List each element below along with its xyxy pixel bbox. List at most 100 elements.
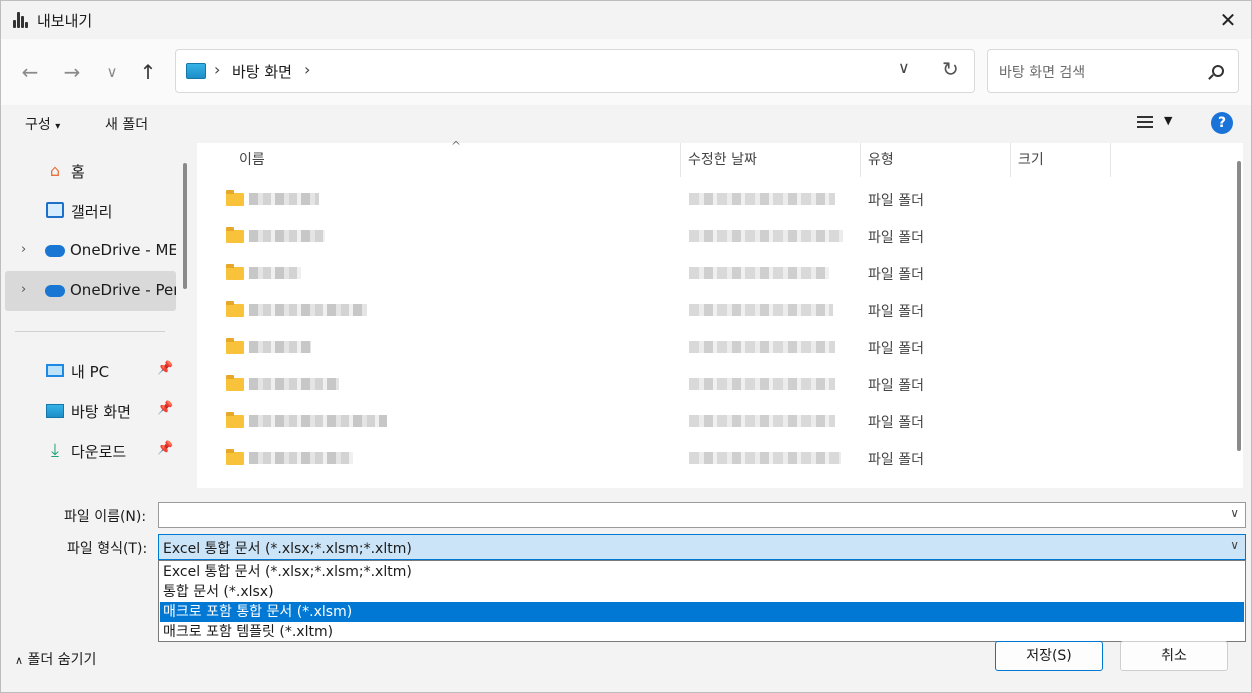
folder-icon <box>226 227 244 243</box>
chevron-right-icon[interactable]: › <box>214 60 220 79</box>
address-history-dropdown[interactable]: ∨ <box>898 58 910 77</box>
file-type: 파일 폴더 <box>868 415 924 431</box>
chevron-right-icon[interactable]: › <box>21 282 26 297</box>
file-list-scrollbar[interactable] <box>1237 161 1241 451</box>
desktop-icon <box>45 402 65 420</box>
window-title: 내보내기 <box>37 12 93 30</box>
filetype-value[interactable]: Excel 통합 문서 (*.xlsx;*.xlsm;*.xltm) <box>163 538 412 558</box>
column-divider[interactable] <box>1110 143 1111 177</box>
recent-locations-button[interactable]: ∨ <box>97 57 127 87</box>
table-row[interactable]: 파일 폴더 <box>197 180 1231 217</box>
hide-folders-button[interactable]: ∧ 폴더 숨기기 <box>15 649 96 669</box>
table-row[interactable]: 파일 폴더 <box>197 365 1231 402</box>
command-bar: 구성 ▾ 새 폴더 ▼ ? <box>1 105 1251 143</box>
navigation-pane: ⌂ 홈 갤러리 › OneDrive - MES › OneDrive - Pe… <box>1 143 193 488</box>
column-divider[interactable] <box>680 143 681 177</box>
home-icon: ⌂ <box>49 161 61 180</box>
table-row[interactable]: 파일 폴더 <box>197 402 1231 439</box>
search-placeholder: 바탕 화면 검색 <box>999 65 1086 81</box>
column-header-date[interactable]: 수정한 날짜 <box>688 149 757 169</box>
pc-icon <box>45 362 65 380</box>
desktop-icon <box>186 63 206 79</box>
filetype-dropdown-list: Excel 통합 문서 (*.xlsx;*.xlsm;*.xltm) 통합 문서… <box>158 560 1246 642</box>
filename-input[interactable]: ∨ <box>158 502 1246 528</box>
file-name <box>249 304 367 316</box>
help-icon[interactable]: ? <box>1211 112 1233 134</box>
filetype-option[interactable]: 통합 문서 (*.xlsx) <box>160 582 1244 602</box>
sidebar-item-home[interactable]: ⌂ 홈 <box>5 151 176 191</box>
filetype-label: 파일 형식(T): <box>67 541 148 557</box>
save-button[interactable]: 저장(S) <box>995 641 1103 671</box>
breadcrumb-desktop[interactable]: 바탕 화면 <box>232 61 292 82</box>
column-divider[interactable] <box>1010 143 1011 177</box>
table-row[interactable]: 파일 폴더 <box>197 439 1231 476</box>
sidebar-scrollbar[interactable] <box>183 163 187 289</box>
refresh-button[interactable]: ↻ <box>942 57 959 81</box>
chevron-right-icon[interactable]: › <box>21 242 26 257</box>
organize-button[interactable]: 구성 ▾ <box>25 114 60 134</box>
file-date <box>689 193 835 205</box>
file-type: 파일 폴더 <box>868 341 924 357</box>
file-date <box>689 267 829 279</box>
file-name <box>249 341 311 353</box>
view-list-icon[interactable] <box>1137 116 1153 132</box>
search-icon[interactable] <box>1212 65 1224 77</box>
new-folder-button[interactable]: 새 폴더 <box>105 114 148 134</box>
cloud-icon <box>45 242 65 260</box>
close-button[interactable]: ✕ <box>1205 1 1251 39</box>
sidebar-item-onedrive-personal[interactable]: › OneDrive - Pers <box>5 271 176 311</box>
file-date <box>689 452 841 464</box>
file-type: 파일 폴더 <box>868 378 924 394</box>
address-bar[interactable]: › 바탕 화면 › ∨ ↻ <box>175 49 975 93</box>
column-header-name[interactable]: 이름 <box>239 149 265 169</box>
filetype-option[interactable]: Excel 통합 문서 (*.xlsx;*.xlsm;*.xltm) <box>160 562 1244 582</box>
filetype-select[interactable]: Excel 통합 문서 (*.xlsx;*.xlsm;*.xltm) ∨ <box>158 534 1246 560</box>
pin-icon[interactable]: 📌 <box>157 361 173 376</box>
folder-icon <box>226 301 244 317</box>
file-type: 파일 폴더 <box>868 452 924 468</box>
pin-icon[interactable]: 📌 <box>157 401 173 416</box>
chevron-down-icon[interactable]: ∨ <box>1230 538 1239 552</box>
filetype-option[interactable]: 매크로 포함 템플릿 (*.xltm) <box>160 622 1244 642</box>
pin-icon[interactable]: 📌 <box>157 441 173 456</box>
folder-icon <box>226 412 244 428</box>
file-name <box>249 415 387 427</box>
table-row[interactable]: 파일 폴더 <box>197 217 1231 254</box>
file-type: 파일 폴더 <box>868 230 924 246</box>
file-name <box>249 378 339 390</box>
export-dialog: 내보내기 ✕ ← → ∨ ↑ › 바탕 화면 › ∨ ↻ 바탕 화면 검색 구성… <box>0 0 1252 693</box>
table-row[interactable]: 파일 폴더 <box>197 328 1231 365</box>
column-header-size[interactable]: 크기 <box>1018 149 1044 169</box>
table-row[interactable]: 파일 폴더 <box>197 291 1231 328</box>
file-date <box>689 378 835 390</box>
file-date <box>689 230 843 242</box>
view-options-dropdown[interactable]: ▼ <box>1164 114 1172 127</box>
file-list: ^ 이름 수정한 날짜 유형 크기 파일 폴더 파일 폴더 파일 폴더 파일 폴… <box>197 139 1243 488</box>
column-divider[interactable] <box>860 143 861 177</box>
up-button[interactable]: ↑ <box>133 57 163 87</box>
file-type: 파일 폴더 <box>868 267 924 283</box>
sidebar-item-downloads[interactable]: ⤓ 다운로드 📌 <box>5 431 176 471</box>
file-type: 파일 폴더 <box>868 193 924 209</box>
gallery-icon <box>45 202 65 220</box>
column-header-type[interactable]: 유형 <box>868 149 894 169</box>
chevron-up-icon: ∧ <box>15 654 24 667</box>
filetype-option-selected[interactable]: 매크로 포함 통합 문서 (*.xlsm) <box>160 602 1244 622</box>
cancel-button[interactable]: 취소 <box>1120 641 1228 671</box>
table-row[interactable]: 파일 폴더 <box>197 254 1231 291</box>
folder-icon <box>226 190 244 206</box>
sidebar-item-desktop[interactable]: 바탕 화면 📌 <box>5 391 176 431</box>
chevron-right-icon[interactable]: › <box>304 60 310 79</box>
back-button[interactable]: ← <box>15 57 45 87</box>
chevron-down-icon[interactable]: ∨ <box>1230 506 1239 520</box>
forward-button[interactable]: → <box>57 57 87 87</box>
file-date <box>689 304 833 316</box>
sidebar-item-gallery[interactable]: 갤러리 <box>5 191 176 231</box>
folder-icon <box>226 375 244 391</box>
file-name <box>249 193 319 205</box>
sidebar-item-this-pc[interactable]: 내 PC 📌 <box>5 351 176 391</box>
folder-icon <box>226 449 244 465</box>
sidebar-item-onedrive-mes[interactable]: › OneDrive - MES <box>5 231 176 271</box>
sidebar-divider <box>15 331 165 332</box>
search-input[interactable]: 바탕 화면 검색 <box>987 49 1239 93</box>
